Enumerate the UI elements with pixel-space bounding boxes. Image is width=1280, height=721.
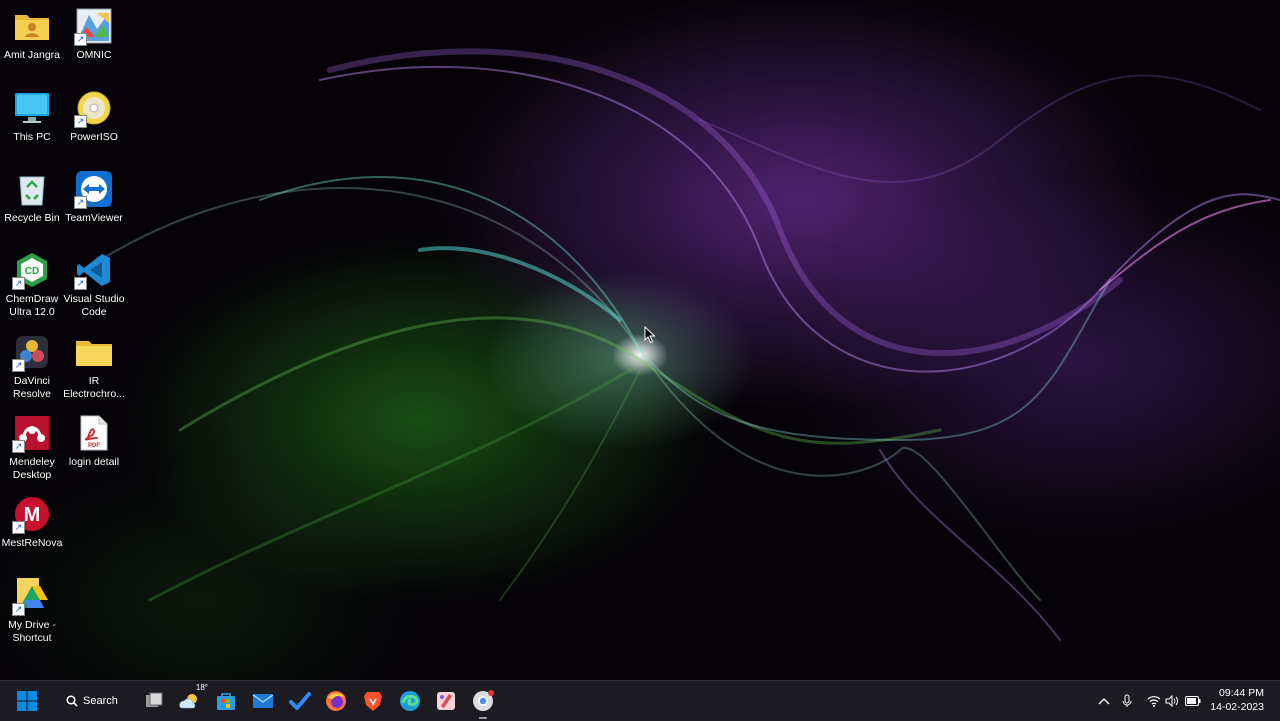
taskbar-search-button[interactable]: Search	[56, 688, 126, 714]
microphone-button[interactable]	[1113, 687, 1141, 715]
desktop-icon-amit-jangra[interactable]: Amit Jangra	[0, 6, 64, 62]
chevron-up-icon	[1098, 698, 1110, 705]
taskbar-task-view[interactable]	[140, 687, 168, 715]
desktop-icon-label: PowerISO	[70, 131, 118, 143]
taskbar-brave[interactable]	[359, 687, 387, 715]
notification-badge	[488, 690, 494, 696]
battery-icon	[1185, 696, 1201, 706]
edge-icon	[400, 691, 420, 711]
brave-lion-icon	[364, 692, 382, 711]
mestrenova-icon: M ↗	[12, 494, 52, 534]
desktop-icon-label: ChemDraw Ultra 12.0	[5, 293, 59, 318]
desktop-icon-vscode[interactable]: ↗ Visual Studio Code	[62, 250, 126, 319]
svg-text:CD: CD	[25, 266, 39, 277]
search-label: Search	[83, 695, 118, 707]
desktop-icon-label: login detail	[68, 456, 120, 468]
wallpaper-swirls	[99, 48, 1280, 641]
desktop-icon-poweriso[interactable]: ↗ PowerISO	[62, 88, 126, 144]
vscode-icon: ↗	[74, 250, 114, 290]
search-icon	[66, 695, 78, 707]
google-drive-icon: ↗	[12, 576, 52, 616]
start-button[interactable]	[13, 687, 41, 715]
weather-temperature: 18°	[195, 683, 208, 692]
desktop-icon-label: MestReNova	[1, 537, 63, 549]
desktop-icon-mestrenova[interactable]: M ↗ MestReNova	[0, 494, 64, 550]
taskbar-weather[interactable]: 18°	[176, 683, 208, 715]
desktop-icon-label: IR Electrochro...	[63, 375, 125, 400]
firefox-icon	[326, 691, 346, 711]
clock-time: 09:44 PM	[1219, 687, 1264, 699]
taskbar: Search 18° 09:44 PM 14-02-2023	[0, 680, 1280, 721]
taskbar-clock[interactable]: 09:44 PM 14-02-2023	[1210, 686, 1264, 714]
paint-icon	[437, 692, 455, 710]
desktop-icon-label: DaVinci Resolve	[13, 375, 51, 400]
shortcut-arrow-icon: ↗	[12, 359, 25, 372]
desktop-icon-label: This PC	[13, 131, 51, 143]
mail-icon	[252, 694, 274, 708]
folder-icon	[74, 332, 114, 372]
windows-logo-icon	[17, 691, 37, 711]
desktop-icon-label: Mendeley Desktop	[9, 456, 55, 481]
shortcut-arrow-icon: ↗	[12, 440, 25, 453]
user-folder-icon	[12, 6, 52, 46]
microsoft-store-icon	[217, 693, 235, 710]
task-view-icon	[146, 692, 163, 707]
shortcut-arrow-icon: ↗	[12, 603, 25, 616]
desktop-icon-label: OMNIC	[76, 49, 112, 61]
taskbar-mail[interactable]	[249, 687, 277, 715]
desktop-icon-login-detail[interactable]: PDF login detail	[62, 413, 126, 469]
desktop-icon-label: My Drive - Shortcut	[8, 619, 56, 644]
microphone-icon	[1122, 694, 1132, 707]
desktop-icon-label: TeamViewer	[65, 212, 123, 224]
desktop-icon-label: Amit Jangra	[3, 49, 61, 61]
speaker-icon	[1165, 695, 1178, 707]
taskbar-firefox[interactable]	[322, 687, 350, 715]
todo-checkmark-icon	[289, 692, 311, 710]
taskbar-microsoft-store[interactable]	[212, 687, 240, 715]
shortcut-arrow-icon: ↗	[74, 33, 87, 46]
chemdraw-icon: CD ↗	[12, 250, 52, 290]
desktop-icon-recycle-bin[interactable]: Recycle Bin	[0, 169, 64, 225]
desktop-icon-davinci-resolve[interactable]: ↗ DaVinci Resolve	[0, 332, 64, 401]
recycle-bin-icon	[12, 169, 52, 209]
svg-text:PDF: PDF	[88, 443, 100, 449]
taskbar-edge[interactable]	[396, 687, 424, 715]
shortcut-arrow-icon: ↗	[12, 521, 25, 534]
battery-button[interactable]	[1179, 687, 1207, 715]
desktop-icon-chemdraw[interactable]: CD ↗ ChemDraw Ultra 12.0	[0, 250, 64, 319]
omnic-app-icon: ↗	[74, 6, 114, 46]
desktop-icon-label: Recycle Bin	[4, 212, 60, 224]
monitor-icon	[12, 88, 52, 128]
desktop-icon-label: Visual Studio Code	[63, 293, 125, 318]
taskbar-paint[interactable]	[432, 687, 460, 715]
pdf-file-icon: PDF	[74, 413, 114, 453]
mendeley-icon: ↗	[12, 413, 52, 453]
desktop-icon-ir-electrochro[interactable]: IR Electrochro...	[62, 332, 126, 401]
shortcut-arrow-icon: ↗	[74, 196, 87, 209]
desktop-wallpaper	[0, 0, 1280, 680]
desktop-icon-teamviewer[interactable]: ↗ TeamViewer	[62, 169, 126, 225]
mouse-cursor-icon	[644, 325, 656, 349]
poweriso-disc-icon: ↗	[74, 88, 114, 128]
chrome-icon	[473, 690, 494, 711]
svg-text:M: M	[24, 504, 41, 526]
shortcut-arrow-icon: ↗	[74, 115, 87, 128]
taskbar-todo[interactable]	[286, 687, 314, 715]
shortcut-arrow-icon: ↗	[74, 277, 87, 290]
davinci-resolve-icon: ↗	[12, 332, 52, 372]
weather-icon	[179, 694, 197, 709]
desktop-icon-mendeley[interactable]: ↗ Mendeley Desktop	[0, 413, 64, 482]
running-indicator	[479, 717, 487, 719]
clock-date: 14-02-2023	[1210, 701, 1264, 713]
teamviewer-icon: ↗	[74, 169, 114, 209]
desktop-icon-omnic[interactable]: ↗ OMNIC	[62, 6, 126, 62]
shortcut-arrow-icon: ↗	[12, 277, 25, 290]
desktop-icon-my-drive[interactable]: ↗ My Drive - Shortcut	[0, 576, 64, 645]
desktop-icon-this-pc[interactable]: This PC	[0, 88, 64, 144]
taskbar-chrome[interactable]	[469, 687, 497, 719]
